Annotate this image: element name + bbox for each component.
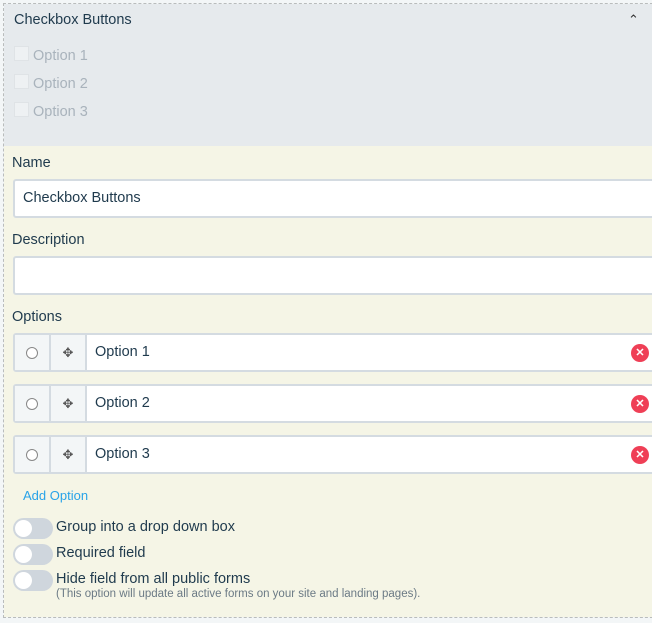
required-field-label: Required field	[56, 545, 146, 561]
option-row: ✥ Option 1 ✕	[13, 333, 652, 372]
move-handle-icon[interactable]: ✥	[51, 437, 87, 472]
default-radio[interactable]	[15, 437, 51, 472]
field-settings: Name Checkbox Buttons Description Option…	[4, 146, 652, 617]
add-option-link[interactable]: Add Option	[23, 488, 88, 503]
delete-option-icon[interactable]: ✕	[631, 446, 649, 464]
default-radio[interactable]	[15, 335, 51, 370]
radio-icon	[26, 346, 38, 359]
required-field-toggle[interactable]	[13, 544, 53, 565]
name-input[interactable]: Checkbox Buttons	[13, 179, 652, 218]
options-label: Options	[12, 309, 62, 325]
option-input[interactable]: Option 2	[87, 386, 158, 421]
option-row: ✥ Option 2 ✕	[13, 384, 652, 423]
move-handle-icon[interactable]: ✥	[51, 386, 87, 421]
option-row: ✥ Option 3 ✕	[13, 435, 652, 474]
field-editor: Checkbox Buttons ⌃ Option 1 Option 2 Opt…	[3, 3, 652, 618]
checkbox-icon	[14, 74, 29, 89]
delete-option-icon[interactable]: ✕	[631, 395, 649, 413]
preview-option-label: Option 2	[33, 76, 88, 92]
description-label: Description	[12, 232, 85, 248]
group-dropdown-toggle[interactable]	[13, 518, 53, 539]
preview-checkbox-2: Option 2	[14, 74, 88, 92]
description-input[interactable]	[13, 256, 652, 295]
hide-field-toggle[interactable]	[13, 570, 53, 591]
checkbox-icon	[14, 102, 29, 117]
delete-option-icon[interactable]: ✕	[631, 344, 649, 362]
preview-checkbox-1: Option 1	[14, 46, 88, 64]
preview-option-label: Option 1	[33, 48, 88, 64]
name-label: Name	[12, 155, 51, 171]
hide-field-label: Hide field from all public forms	[56, 571, 251, 587]
checkbox-icon	[14, 46, 29, 61]
group-dropdown-label: Group into a drop down box	[56, 519, 235, 535]
default-radio[interactable]	[15, 386, 51, 421]
preview-option-label: Option 3	[33, 104, 88, 120]
move-handle-icon[interactable]: ✥	[51, 335, 87, 370]
preview-checkbox-3: Option 3	[14, 102, 88, 120]
field-title: Checkbox Buttons	[14, 12, 132, 28]
field-preview-header: Checkbox Buttons ⌃ Option 1 Option 2 Opt…	[4, 4, 652, 146]
hide-field-note: (This option will update all active form…	[56, 588, 421, 600]
radio-icon	[26, 448, 38, 461]
option-input[interactable]: Option 1	[87, 335, 158, 370]
option-input[interactable]: Option 3	[87, 437, 158, 472]
radio-icon	[26, 397, 38, 410]
chevron-up-icon[interactable]: ⌃	[628, 12, 639, 28]
